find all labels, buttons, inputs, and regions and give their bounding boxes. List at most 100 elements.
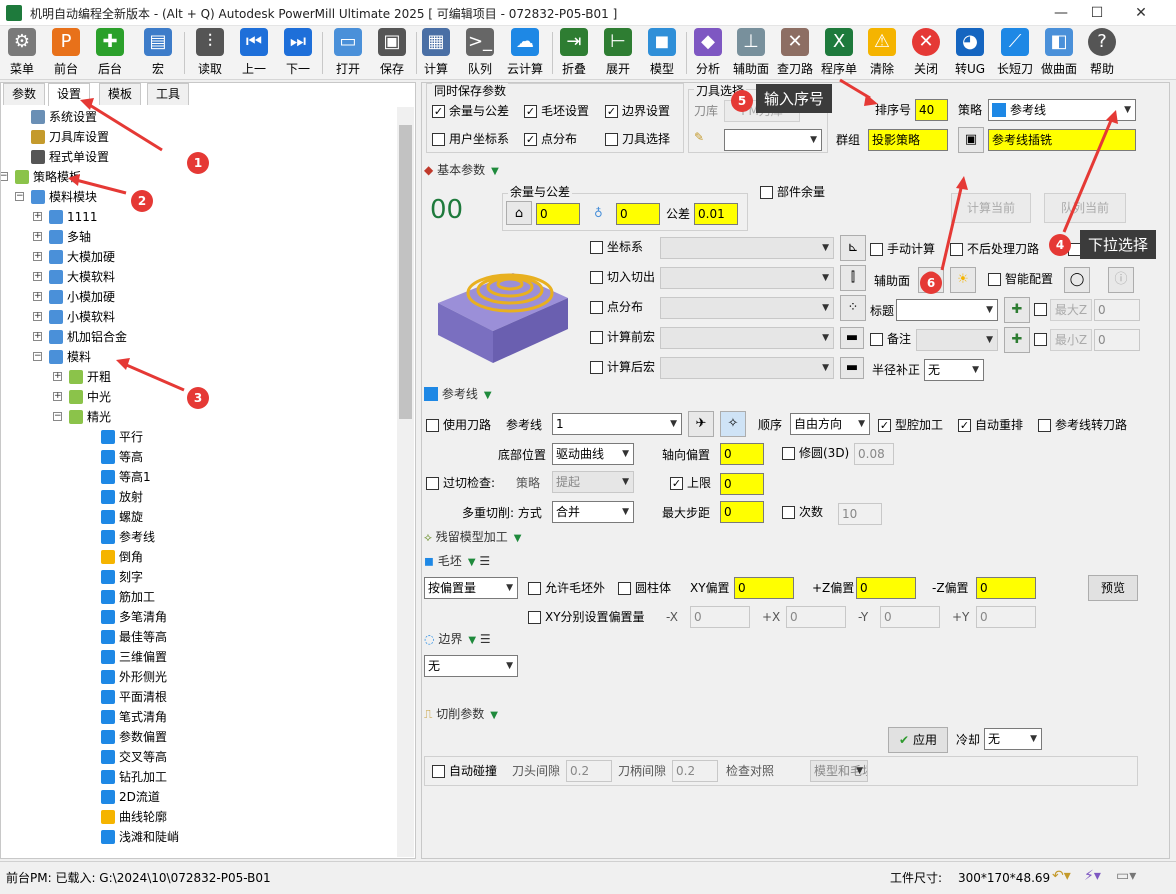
plus-y-input[interactable]: 0 bbox=[976, 606, 1036, 628]
close-window-button[interactable]: ✕ bbox=[1118, 0, 1164, 26]
cylinder-checkbox[interactable] bbox=[618, 582, 631, 595]
minus-y-input[interactable]: 0 bbox=[880, 606, 940, 628]
tree-item[interactable]: 倒角 bbox=[101, 547, 143, 567]
toolbar-check-toolpath-button[interactable]: ✕ 查刀路 bbox=[774, 28, 816, 78]
tree-item[interactable]: 笔式清角 bbox=[101, 707, 167, 727]
axial-thickness-input[interactable]: 0 bbox=[616, 203, 660, 225]
tree-item[interactable]: 等高1 bbox=[101, 467, 151, 487]
order-input[interactable]: 40 bbox=[915, 99, 948, 121]
tree-expand-toggle[interactable]: + bbox=[33, 212, 42, 221]
radial-thickness-input[interactable]: 0 bbox=[536, 203, 580, 225]
toolbar-background-button[interactable]: ✚ 后台 bbox=[92, 28, 128, 78]
post-macro-dropdown[interactable]: ▼ bbox=[660, 357, 834, 379]
tree-item[interactable]: 最佳等高 bbox=[101, 627, 167, 647]
no-post-checkbox[interactable] bbox=[950, 243, 963, 256]
tree-collapse-toggle[interactable]: − bbox=[1, 172, 8, 181]
tree-collapse-toggle[interactable]: − bbox=[15, 192, 24, 201]
tree-item[interactable]: 大模软料 bbox=[49, 267, 115, 287]
toolbar-close-button[interactable]: ✕ 关闭 bbox=[908, 28, 944, 78]
ucs-checkbox[interactable] bbox=[590, 241, 603, 254]
xy-split-checkbox[interactable] bbox=[528, 611, 541, 624]
point-dist-dropdown[interactable]: ▼ bbox=[660, 297, 834, 319]
toolbar-cloud-button[interactable]: ☁ 云计算 bbox=[504, 28, 546, 78]
fillet-input[interactable]: 0.08 bbox=[854, 443, 894, 465]
pre-macro-checkbox[interactable] bbox=[590, 331, 603, 344]
undo-icon[interactable]: ↶▾ bbox=[1052, 868, 1071, 884]
tree-collapse-toggle[interactable]: − bbox=[53, 412, 62, 421]
lead-icon-button[interactable]: ⫿ bbox=[840, 265, 866, 291]
count-checkbox[interactable] bbox=[782, 506, 795, 519]
tree-item[interactable]: 模料 bbox=[49, 347, 91, 367]
remark-dropdown[interactable]: ▼ bbox=[916, 329, 998, 351]
tree-item[interactable]: 大模加硬 bbox=[49, 247, 115, 267]
toolbar-next-button[interactable]: ⏭ 下一 bbox=[280, 28, 316, 78]
min-z-input[interactable]: 0 bbox=[1094, 329, 1140, 351]
post-macro-icon-button[interactable]: ▬ bbox=[840, 357, 864, 379]
tree-expand-toggle[interactable]: + bbox=[33, 292, 42, 301]
tree-item[interactable]: 筋加工 bbox=[101, 587, 155, 607]
min-z-checkbox[interactable] bbox=[1034, 333, 1047, 346]
ucs-icon-button[interactable]: ⊾ bbox=[840, 235, 866, 261]
tree-expand-toggle[interactable]: + bbox=[33, 332, 42, 341]
save-thickness-checkbox[interactable]: ✓ bbox=[432, 105, 445, 118]
save-ucs-checkbox[interactable] bbox=[432, 133, 445, 146]
fillet-checkbox[interactable] bbox=[782, 447, 795, 460]
tolerance-input[interactable]: 0.01 bbox=[694, 203, 738, 225]
calc-current-button[interactable]: 计算当前 bbox=[951, 193, 1031, 223]
strategy-dropdown[interactable]: 参考线 ▼ bbox=[988, 99, 1136, 121]
boundary-section[interactable]: ◌ 边界 ▼ ☰ bbox=[424, 631, 491, 649]
tree-item[interactable]: 参考线 bbox=[101, 527, 155, 547]
toolbar-tool-length-button[interactable]: ⟋ 长短刀 bbox=[994, 28, 1036, 78]
save-point-dist-checkbox[interactable]: ✓ bbox=[524, 133, 537, 146]
light-button[interactable]: ☀ bbox=[950, 267, 976, 293]
rest-machining-section[interactable]: ⟡ 残留模型加工 ▼ bbox=[424, 529, 521, 547]
min-z-button[interactable]: 最小Z bbox=[1050, 329, 1092, 351]
tree-item[interactable]: 开粗 bbox=[69, 367, 111, 387]
toolbar-read-button[interactable]: ⫶ 读取 bbox=[192, 28, 228, 78]
tree-item[interactable]: 小模加硬 bbox=[49, 287, 115, 307]
tree-item[interactable]: 精光 bbox=[69, 407, 111, 427]
max-z-input[interactable]: 0 bbox=[1094, 299, 1140, 321]
upper-limit-input[interactable]: 0 bbox=[720, 473, 764, 495]
tree-item[interactable]: 浅滩和陡峭 bbox=[101, 827, 179, 847]
tree-item[interactable]: 交叉等高 bbox=[101, 747, 167, 767]
cavity-checkbox[interactable]: ✓ bbox=[878, 419, 891, 432]
lead-checkbox[interactable] bbox=[590, 271, 603, 284]
block-section[interactable]: ◼ 毛坯 ▼ ☰ bbox=[424, 553, 490, 571]
tab-templates[interactable]: 模板 bbox=[99, 83, 142, 105]
tree-item[interactable]: 平行 bbox=[101, 427, 143, 447]
bottom-position-dropdown[interactable]: 驱动曲线 ▼ bbox=[552, 443, 634, 465]
tree-expand-toggle[interactable]: + bbox=[33, 232, 42, 241]
toolbar-analyze-button[interactable]: ◆ 分析 bbox=[690, 28, 726, 78]
toolbar-menu-button[interactable]: ⚙ 菜单 bbox=[4, 28, 40, 78]
toolbar-make-surface-button[interactable]: ◧ 做曲面 bbox=[1038, 28, 1080, 78]
remark-checkbox[interactable] bbox=[870, 333, 883, 346]
tree-item[interactable]: 刀具库设置 bbox=[31, 127, 109, 147]
toolbar-model-button[interactable]: ◼ 模型 bbox=[644, 28, 680, 78]
lead-dropdown[interactable]: ▼ bbox=[660, 267, 834, 289]
check-against-dropdown[interactable]: 模型和毛坯▼ bbox=[810, 760, 868, 782]
minus-x-input[interactable]: 0 bbox=[690, 606, 750, 628]
remark-add-button[interactable]: ✚ bbox=[1004, 327, 1030, 353]
pattern-section[interactable]: 参考线 ▼ bbox=[424, 386, 492, 404]
tree-item[interactable]: 参数偏置 bbox=[101, 727, 167, 747]
tab-tools[interactable]: 工具 bbox=[147, 83, 190, 105]
tree-item[interactable]: 螺旋 bbox=[101, 507, 143, 527]
coolant-dropdown[interactable]: 无 ▼ bbox=[984, 728, 1042, 750]
plus-z-offset-input[interactable]: 0 bbox=[856, 577, 916, 599]
point-dist-checkbox[interactable] bbox=[590, 301, 603, 314]
apply-button[interactable]: ✔ 应用 bbox=[888, 727, 948, 753]
save-template-button[interactable]: ▣ bbox=[958, 127, 984, 153]
tree-expand-toggle[interactable]: + bbox=[53, 392, 62, 401]
tree-item[interactable]: 系统设置 bbox=[31, 107, 97, 127]
title-add-button[interactable]: ✚ bbox=[1004, 297, 1030, 323]
manual-calc-checkbox[interactable] bbox=[870, 243, 883, 256]
pattern-to-toolpath-checkbox[interactable] bbox=[1038, 419, 1051, 432]
tree-item[interactable]: 程式单设置 bbox=[31, 147, 109, 167]
block-preview-button[interactable]: 预览 bbox=[1088, 575, 1138, 601]
allow-outside-checkbox[interactable] bbox=[528, 582, 541, 595]
group-input[interactable]: 投影策略 bbox=[868, 129, 948, 151]
tree-item[interactable]: 等高 bbox=[101, 447, 143, 467]
use-toolpath-checkbox[interactable] bbox=[426, 419, 439, 432]
queue-current-button[interactable]: 队列当前 bbox=[1044, 193, 1126, 223]
